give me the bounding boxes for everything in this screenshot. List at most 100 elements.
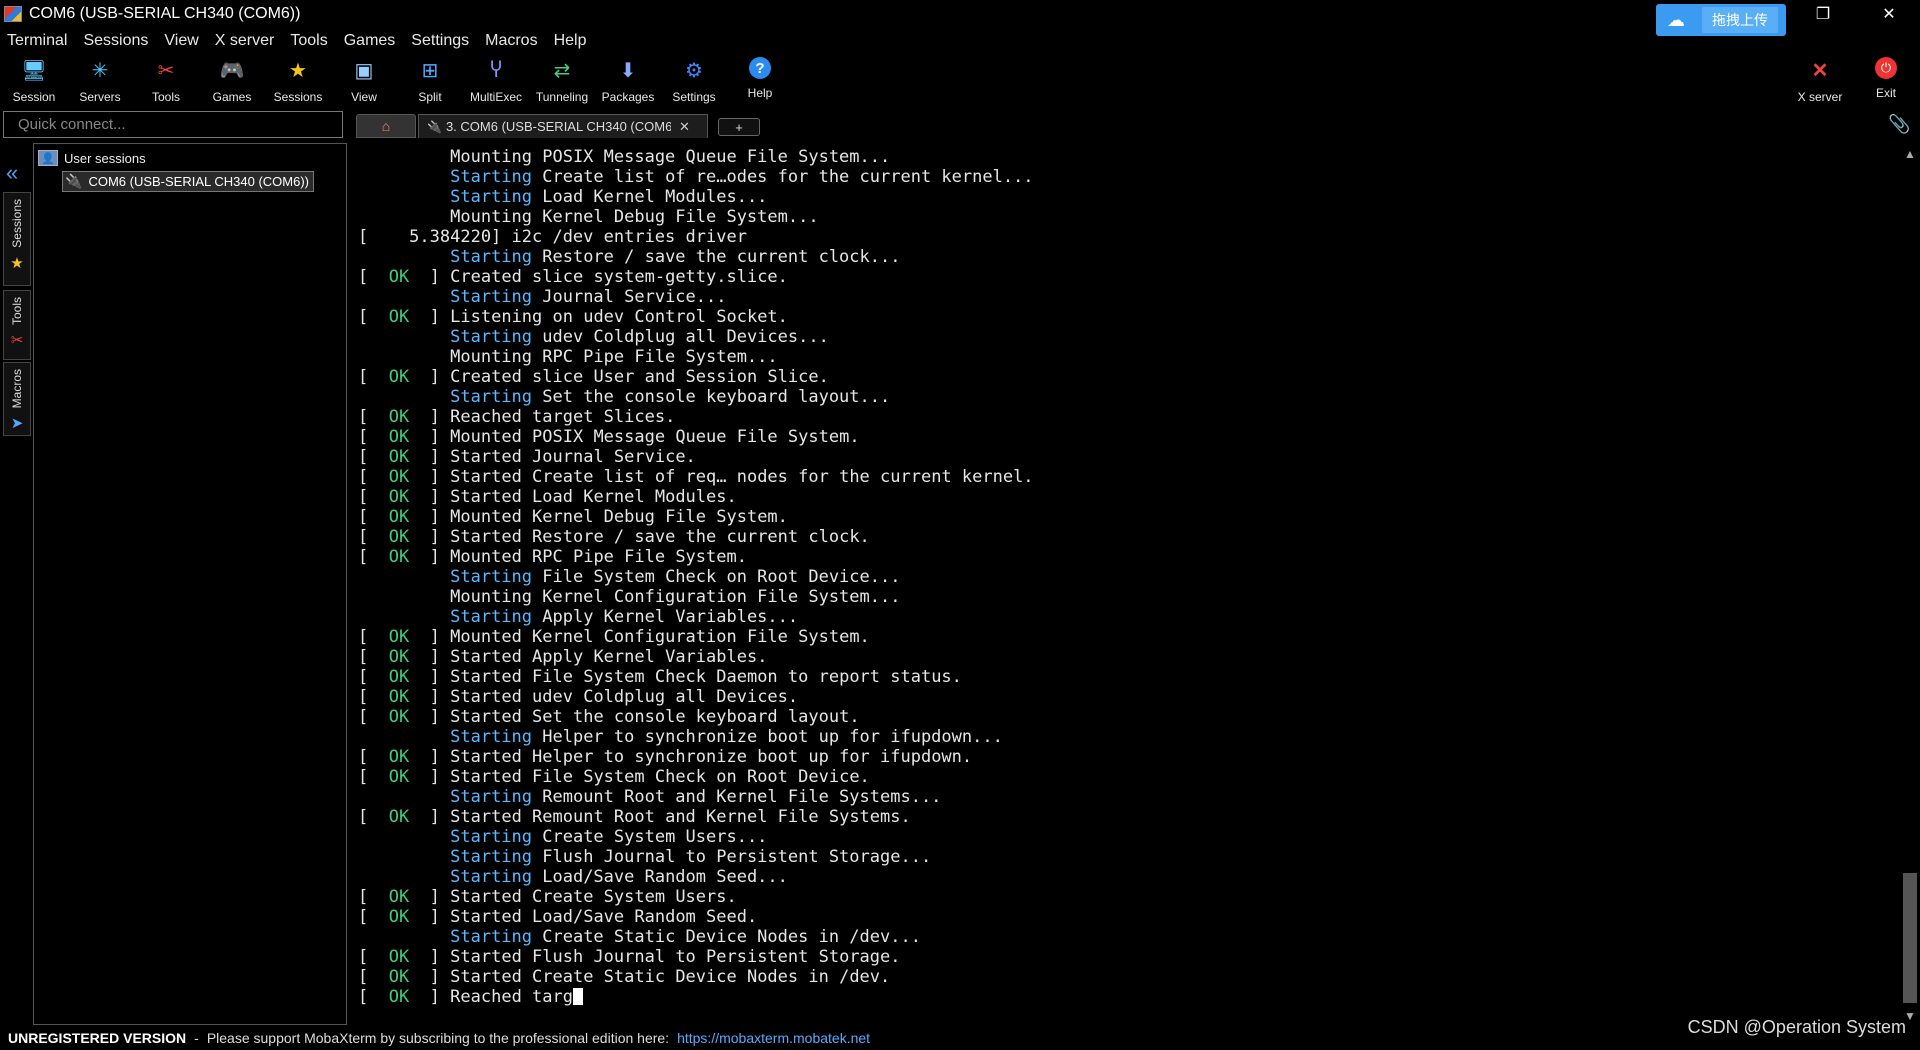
toolbar-help-button[interactable]: ? Help xyxy=(727,55,793,107)
toolbar-sessions-button[interactable]: ★ Sessions xyxy=(265,55,331,107)
terminal-line: [ OK ] Started Remount Root and Kernel F… xyxy=(358,807,1034,827)
toolbar-packages-button[interactable]: ⬇ Packages xyxy=(595,55,661,107)
terminal-line: Starting Create System Users... xyxy=(358,827,1034,847)
bracket-open: [ xyxy=(358,807,389,827)
bracket-open: [ xyxy=(358,687,389,707)
starting-keyword: Starting xyxy=(450,927,533,947)
scroll-thumb[interactable] xyxy=(1903,873,1917,1003)
user-sessions-node[interactable]: 👤 User sessions xyxy=(38,150,146,166)
toolbar-tunneling-button[interactable]: ⇄ Tunneling xyxy=(529,55,595,107)
terminal-line: [ OK ] Started Journal Service. xyxy=(358,447,1034,467)
menu-sessions[interactable]: Sessions xyxy=(76,32,157,50)
scroll-up-icon[interactable]: ▲ xyxy=(1904,147,1916,161)
toolbar-exit-button[interactable]: ⏻ Exit xyxy=(1853,55,1919,107)
title-bar: COM6 (USB-SERIAL CH340 (COM6)) xyxy=(0,0,1920,28)
ok-status: OK xyxy=(388,507,410,527)
side-tab-sessions[interactable]: Sessions ★ xyxy=(3,192,31,286)
menu-view[interactable]: View xyxy=(157,32,207,50)
menu-bar: Terminal Sessions View X server Tools Ga… xyxy=(0,28,595,54)
bracket-open: [ xyxy=(358,647,389,667)
restore-button[interactable]: ❐ xyxy=(1800,0,1846,28)
terminal-line: [ OK ] Created slice User and Session Sl… xyxy=(358,367,1034,387)
terminal-line: Mounting POSIX Message Queue File System… xyxy=(358,147,1034,167)
terminal-line: [ OK ] Reached target Slices. xyxy=(358,407,1034,427)
toolbar: 🖥 Session ✳ Servers ✂ Tools 🎮 Games ★ Se… xyxy=(0,55,1920,107)
tab-com6[interactable]: 🔌 3. COM6 (USB-SERIAL CH340 (COM6)) ✕ xyxy=(418,114,708,138)
menu-terminal[interactable]: Terminal xyxy=(0,32,76,50)
paperclip-icon[interactable]: 📎 xyxy=(1888,114,1910,135)
ok-status: OK xyxy=(388,487,410,507)
split-icon: ⊞ xyxy=(421,59,439,82)
starting-keyword: Starting xyxy=(450,167,533,187)
ok-status: OK xyxy=(388,547,410,567)
bracket-close: ] xyxy=(409,687,451,707)
side-tab-tools[interactable]: Tools ✂ xyxy=(3,290,31,360)
terminal-scrollbar[interactable]: ▲ ▼ xyxy=(1900,143,1920,1025)
ok-status: OK xyxy=(388,647,410,667)
line-text: [ 5.384220] i2c /dev entries driver xyxy=(358,227,747,247)
bracket-open: [ xyxy=(358,367,389,387)
toolbar-games-button[interactable]: 🎮 Games xyxy=(199,55,265,107)
bracket-close: ] xyxy=(409,487,451,507)
ok-status: OK xyxy=(388,987,410,1007)
terminal-line: [ OK ] Started Helper to synchronize boo… xyxy=(358,747,1034,767)
terminal-line: [ OK ] Started Create list of req… nodes… xyxy=(358,467,1034,487)
user-sessions-icon: 👤 xyxy=(38,150,58,166)
close-button[interactable]: ✕ xyxy=(1866,0,1912,28)
line-text: Set the console keyboard layout... xyxy=(532,387,891,407)
tab-close-icon[interactable]: ✕ xyxy=(679,119,690,135)
status-message: Please support MobaXterm by subscribing … xyxy=(206,1030,670,1046)
line-text: Mounting Kernel Configuration File Syste… xyxy=(450,587,901,607)
line-text: Load/Save Random Seed... xyxy=(532,867,788,887)
bracket-open: [ xyxy=(358,547,389,567)
starting-keyword: Starting xyxy=(450,327,533,347)
menu-macros[interactable]: Macros xyxy=(478,32,546,50)
home-tab[interactable]: ⌂ xyxy=(356,114,416,138)
toolbar-xserver-button[interactable]: ✕ X server xyxy=(1787,55,1853,107)
toolbar-session-button[interactable]: 🖥 Session xyxy=(1,55,67,107)
toolbar-view-button[interactable]: ▣ View xyxy=(331,55,397,107)
bracket-close: ] xyxy=(409,427,451,447)
terminal-line: [ OK ] Reached targ xyxy=(358,987,1034,1007)
toolbar-split-button[interactable]: ⊞ Split xyxy=(397,55,463,107)
line-text: Mounted Kernel Configuration File System… xyxy=(450,627,870,647)
starting-keyword: Starting xyxy=(450,867,533,887)
star-icon: ★ xyxy=(289,59,307,82)
terminal-line: Starting Restore / save the current cloc… xyxy=(358,247,1034,267)
terminal-line: [ OK ] Started Create Static Device Node… xyxy=(358,967,1034,987)
upload-button[interactable]: ☁ 拖拽上传 xyxy=(1656,4,1786,36)
menu-xserver[interactable]: X server xyxy=(208,32,284,50)
line-text: Started Apply Kernel Variables. xyxy=(450,647,768,667)
line-text: Apply Kernel Variables... xyxy=(532,607,799,627)
toolbar-tools-button[interactable]: ✂ Tools xyxy=(133,55,199,107)
toolbar-settings-button[interactable]: ⚙ Settings xyxy=(661,55,727,107)
session-item-com6[interactable]: 🔌 COM6 (USB-SERIAL CH340 (COM6)) xyxy=(62,171,314,192)
quick-connect-input[interactable] xyxy=(3,111,343,138)
collapse-sidebar-icon[interactable]: « xyxy=(6,160,18,186)
terminal-output[interactable]: Mounting POSIX Message Queue File System… xyxy=(350,143,1905,1025)
line-text: Mounting POSIX Message Queue File System… xyxy=(450,147,891,167)
mobatek-link[interactable]: https://mobaxterm.mobatek.net xyxy=(677,1030,870,1046)
toolbar-multiexec-button[interactable]: Ⴤ MultiExec xyxy=(463,55,529,107)
menu-tools[interactable]: Tools xyxy=(283,32,336,50)
app-icon xyxy=(4,6,22,22)
menu-settings[interactable]: Settings xyxy=(404,32,478,50)
line-text: Listening on udev Control Socket. xyxy=(450,307,788,327)
line-text: Mounting RPC Pipe File System... xyxy=(450,347,778,367)
line-text: Flush Journal to Persistent Storage... xyxy=(532,847,932,867)
toolbar-servers-button[interactable]: ✳ Servers xyxy=(67,55,133,107)
line-text: Started Load/Save Random Seed. xyxy=(450,907,758,927)
menu-games[interactable]: Games xyxy=(337,32,405,50)
terminal-line: [ OK ] Started Apply Kernel Variables. xyxy=(358,647,1034,667)
terminal-line: Starting Load Kernel Modules... xyxy=(358,187,1034,207)
line-text: Started Create list of req… nodes for th… xyxy=(450,467,1034,487)
side-tab-macros[interactable]: Macros ➤ xyxy=(3,362,31,436)
line-text: Created slice system-getty.slice. xyxy=(450,267,788,287)
packages-icon: ⬇ xyxy=(619,59,637,82)
new-tab-button[interactable]: + xyxy=(718,118,760,136)
menu-help[interactable]: Help xyxy=(547,32,596,50)
line-text: Remount Root and Kernel File Systems... xyxy=(532,787,942,807)
